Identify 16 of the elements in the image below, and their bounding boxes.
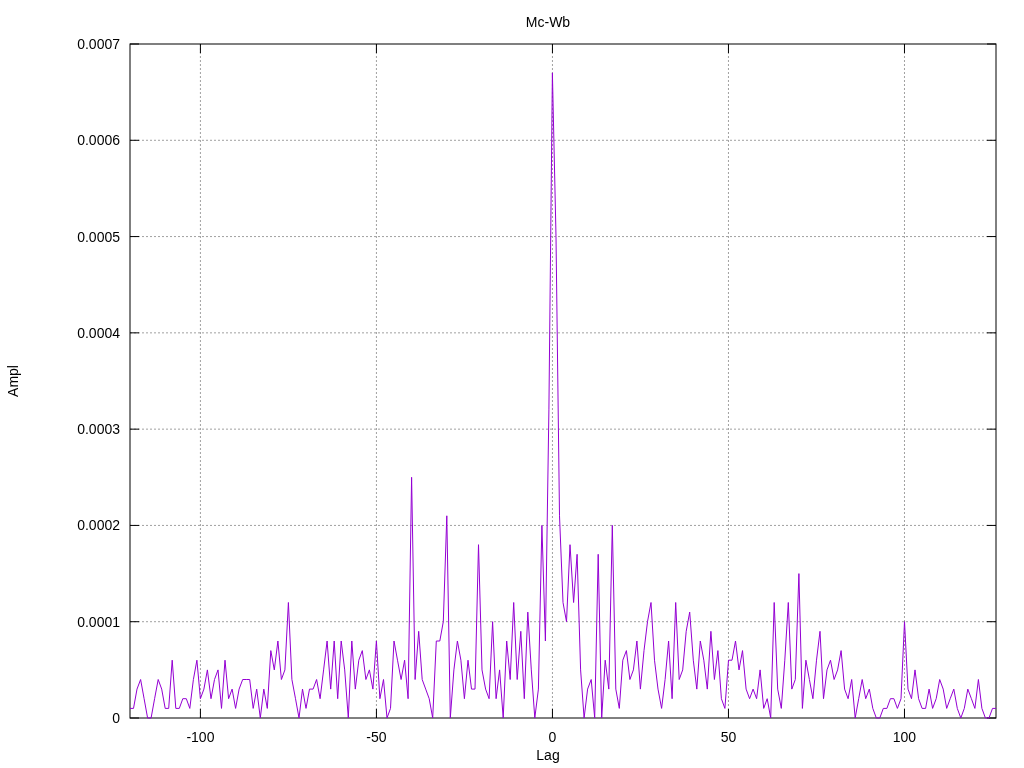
y-axis-label: Ampl <box>5 365 21 397</box>
x-tick-label: -50 <box>366 729 387 745</box>
chart-title: Mc-Wb <box>525 14 571 30</box>
y-tick-label: 0.0005 <box>77 228 120 245</box>
x-tick-label: -100 <box>186 729 215 745</box>
x-tick-label: 0 <box>548 729 557 745</box>
x-tick-label: 100 <box>892 729 917 745</box>
y-tick-label: 0.0007 <box>77 36 120 52</box>
y-tick-label: 0.0001 <box>77 613 120 630</box>
y-tick-label: 0.0003 <box>77 421 120 438</box>
y-tick-label: 0 <box>112 710 120 726</box>
x-tick-label: 50 <box>720 729 737 745</box>
y-tick-label: 0.0004 <box>77 324 120 341</box>
x-axis-label: Lag <box>536 747 560 763</box>
y-tick-label: 0.0002 <box>77 517 120 534</box>
y-tick-label: 0.0006 <box>77 132 120 149</box>
